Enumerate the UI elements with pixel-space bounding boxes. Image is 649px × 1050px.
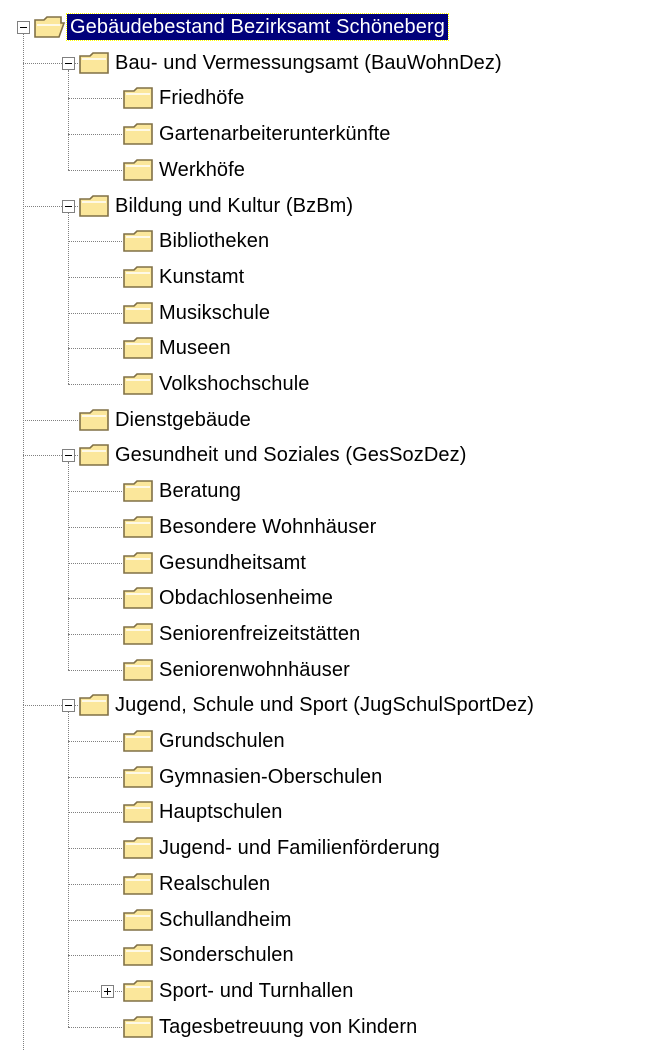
- tree-item-label: Bau- und Vermessungsamt (BauWohnDez): [115, 51, 502, 74]
- tree-item-label: Gesundheitsamt: [159, 551, 307, 574]
- tree-item-label: Tagesbetreuung von Kindern: [159, 1015, 418, 1038]
- collapse-icon[interactable]: [62, 699, 75, 713]
- folder-icon: [122, 871, 155, 903]
- tree-line: [68, 169, 122, 171]
- folder-icon: [122, 121, 155, 153]
- tree-line: [23, 34, 24, 706]
- folder-icon: [122, 799, 155, 831]
- tree-line: [68, 776, 122, 778]
- tree-line: [68, 384, 122, 385]
- tree-line: [68, 883, 122, 885]
- tree-item-label: Musikschule: [159, 301, 271, 324]
- tree-line: [68, 812, 122, 814]
- folder-icon: [122, 264, 155, 296]
- tree-line: [68, 276, 122, 278]
- tree-line: [68, 669, 122, 671]
- tree-item-label: Besondere Wohnhäuser: [159, 515, 377, 538]
- folder-icon: [122, 764, 155, 796]
- tree-item-label: Seniorenwohnhäuser: [159, 658, 350, 681]
- folder-icon: [122, 621, 155, 653]
- tree-line: [68, 69, 69, 170]
- folder-icon: [122, 371, 155, 403]
- tree-item-label: Seniorenfreizeitstätten: [159, 622, 361, 645]
- expand-icon[interactable]: [101, 984, 114, 998]
- folder-icon: [122, 657, 155, 689]
- collapse-icon[interactable]: [62, 199, 75, 213]
- tree-line: [68, 848, 122, 850]
- tree-line: [68, 462, 69, 670]
- tree-line: [68, 955, 122, 957]
- folder-icon: [122, 1014, 155, 1046]
- tree-item-label: Gesundheit und Soziales (GesSozDez): [115, 444, 467, 467]
- tree-item-label: Realschulen: [159, 872, 271, 895]
- tree-item-label: Beratung: [159, 480, 241, 503]
- folder-icon: [78, 50, 111, 82]
- folder-icon: [122, 157, 155, 189]
- tree-line: [68, 491, 122, 493]
- collapse-icon[interactable]: [62, 449, 75, 463]
- folder-icon: [122, 942, 155, 974]
- folder-icon: [122, 228, 155, 260]
- tree-line: [68, 348, 122, 350]
- tree-item-label: Sport- und Turnhallen: [159, 979, 354, 1002]
- folder-icon: [122, 478, 155, 510]
- collapse-icon[interactable]: [17, 21, 30, 34]
- tree-line: [68, 562, 122, 564]
- tree-item-label: Jugend, Schule und Sport (JugSchulSportD…: [115, 694, 534, 717]
- tree-item-label: Bildung und Kultur (BzBm): [115, 194, 354, 217]
- folder-icon: [122, 550, 155, 582]
- tree-line: [68, 712, 69, 1027]
- tree-line: [23, 705, 24, 1050]
- tree-line: [68, 241, 122, 243]
- tree-item-label: Obdachlosenheime: [159, 587, 333, 610]
- tree-item-label: Gymnasien-Oberschulen: [159, 765, 383, 788]
- tree-item-label: Volkshochschule: [159, 373, 310, 395]
- open-folder-icon: [33, 14, 66, 46]
- tree-item-label: Hauptschulen: [159, 801, 283, 824]
- folder-icon: [78, 193, 111, 225]
- folder-icon: [122, 335, 155, 367]
- tree-line: [68, 741, 122, 742]
- tree-item-label: Schullandheim: [159, 908, 292, 931]
- tree-item-label: Kunstamt: [159, 265, 245, 288]
- tree-item-label: Werkhöfe: [159, 158, 246, 181]
- tree-line: [23, 419, 78, 421]
- tree-item-label: Jugend- und Familienförderung: [159, 837, 440, 860]
- tree-line: [68, 919, 122, 921]
- folder-icon: [122, 907, 155, 939]
- folder-icon: [122, 978, 155, 1010]
- tree-item-label: Gartenarbeiterunterkünfte: [159, 123, 391, 146]
- tree-line: [68, 312, 122, 314]
- tree-item-label: Friedhöfe: [159, 87, 245, 110]
- folder-icon: [78, 442, 111, 474]
- tree-item-label: Museen: [159, 337, 231, 360]
- tree-item-label: Grundschulen: [159, 730, 285, 752]
- folder-icon: [122, 514, 155, 546]
- folder-icon: [122, 728, 155, 760]
- tree-line: [68, 134, 122, 136]
- tree-line: [68, 633, 122, 635]
- tree-item-label: Sonderschulen: [159, 944, 294, 967]
- folder-icon: [122, 835, 155, 867]
- folder-icon: [122, 585, 155, 617]
- tree-line: [68, 212, 69, 384]
- tree-line: [68, 98, 122, 100]
- folder-icon: [78, 407, 111, 439]
- folder-icon: [122, 85, 155, 117]
- tree-item-label: Gebäudebestand Bezirksamt Schöneberg: [66, 13, 449, 41]
- folder-icon: [122, 300, 155, 332]
- tree-item-label: Dienstgebäude: [115, 408, 251, 431]
- tree-line: [68, 526, 122, 528]
- folder-tree: Gebäudebestand Bezirksamt Schöneberg Bau-…: [0, 0, 649, 1050]
- collapse-icon[interactable]: [62, 56, 75, 70]
- tree-line: [68, 1026, 122, 1028]
- tree-line: [68, 598, 122, 600]
- folder-icon: [78, 692, 111, 724]
- tree-item-label: Bibliotheken: [159, 230, 270, 253]
